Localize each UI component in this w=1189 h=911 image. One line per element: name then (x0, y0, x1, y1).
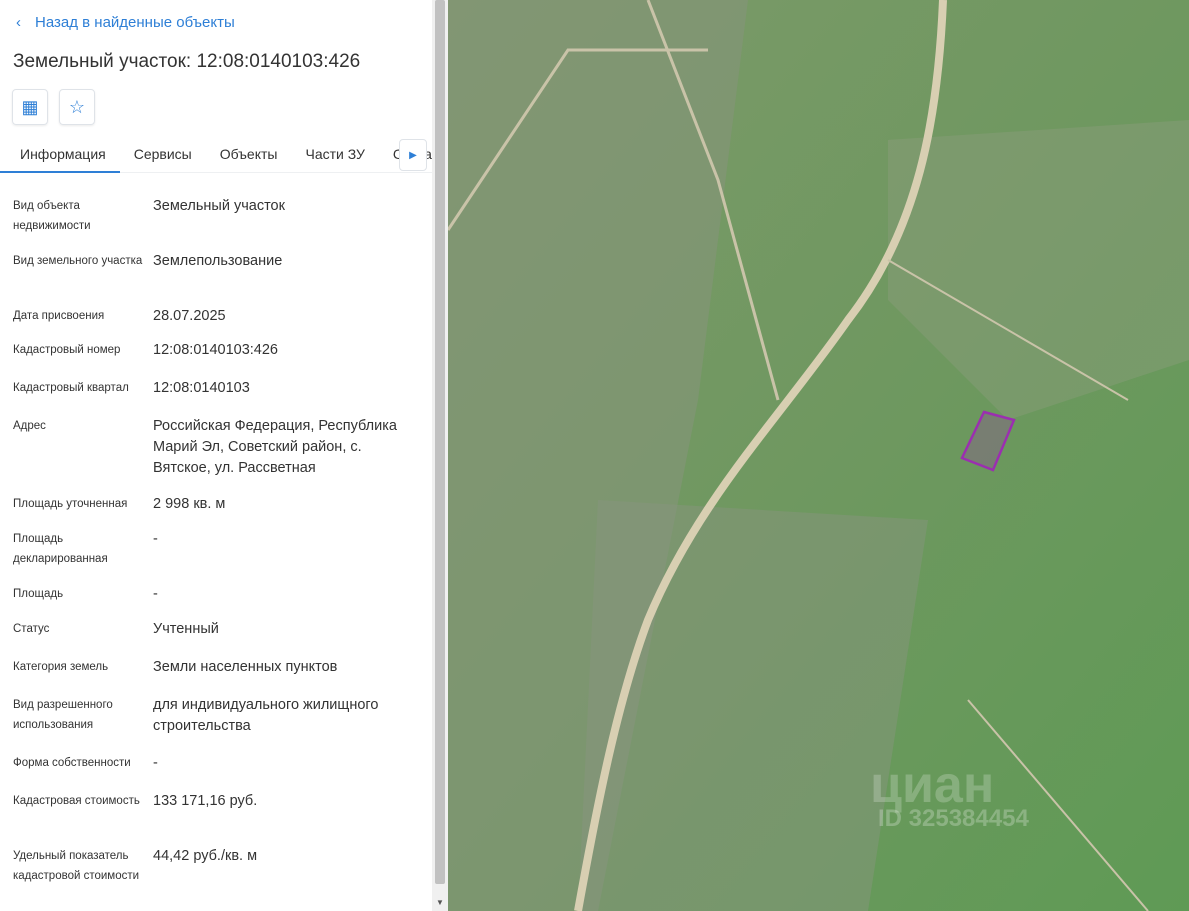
tab-objects[interactable]: Объекты (206, 138, 292, 173)
field-label: Кадастровый квартал (13, 382, 129, 394)
field-label: Удельный показатель кадастровой стоимост… (13, 850, 140, 882)
scrollbar-thumb[interactable] (435, 0, 445, 884)
field-label: Кадастровая стоимость (13, 795, 140, 807)
field-value: 12:08:0140103:426 (153, 342, 278, 358)
field-value: - (153, 586, 158, 602)
back-label: Назад в найденные объекты (35, 14, 235, 31)
page-title: Земельный участок: 12:08:0140103:426 (13, 51, 361, 72)
field-value: Земли населенных пунктов (153, 659, 338, 675)
field-label: Форма собственности (13, 757, 131, 769)
chevron-left-icon: ‹ (16, 14, 21, 31)
star-icon: ☆ (68, 96, 86, 117)
field-label: Вид земельного участка (13, 255, 143, 267)
satellite-map[interactable]: циан ID 325384454 (448, 0, 1189, 911)
field-label: Адрес (13, 420, 46, 432)
field-label: Кадастровый номер (13, 344, 121, 356)
field-label: Категория земель (13, 661, 109, 673)
caret-right-icon: ▶ (409, 149, 417, 161)
map-search-icon: ▦ (21, 96, 39, 117)
field-label: Площадь декларированная (13, 533, 108, 565)
back-link[interactable]: ‹ Назад в найденные объекты (16, 14, 235, 31)
field-value: - (153, 755, 158, 771)
field-label: Вид объекта недвижимости (13, 200, 91, 232)
tab-services[interactable]: Сервисы (120, 138, 206, 173)
field-value: Землепользование (153, 253, 283, 269)
tab-info[interactable]: Информация (0, 138, 120, 173)
map-imagery (448, 0, 1189, 911)
tabs: Информация Сервисы Объекты Части ЗУ Сост… (0, 138, 432, 173)
locate-on-map-button[interactable]: ▦ (12, 89, 48, 125)
tabs-scroll-right-button[interactable]: ▶ (399, 139, 427, 171)
field-label: Площадь уточненная (13, 498, 128, 510)
field-value: Учтенный (153, 621, 219, 637)
field-value: 12:08:0140103 (153, 380, 250, 396)
info-panel: ‹ Назад в найденные объекты Земельный уча… (0, 0, 432, 911)
field-value: 133 171,16 руб. (153, 793, 258, 809)
field-value: 44,42 руб./кв. м (153, 848, 258, 864)
field-label: Статус (13, 623, 50, 635)
field-value: 28.07.2025 (153, 308, 226, 324)
scroll-down-icon[interactable]: ▼ (436, 898, 444, 907)
field-label: Дата присвоения (13, 310, 105, 322)
tab-parts[interactable]: Части ЗУ (291, 138, 378, 173)
field-value: Российская Федерация, Республика Марий Э… (153, 418, 397, 476)
favorite-button[interactable]: ☆ (59, 89, 95, 125)
field-value: Земельный участок (153, 198, 285, 214)
scrollbar[interactable]: ▼ (432, 0, 448, 911)
field-value: 2 998 кв. м (153, 496, 226, 512)
watermark-id: ID 325384454 (878, 805, 1029, 832)
field-label: Площадь (13, 588, 64, 600)
field-value: для индивидуального жилищного строительс… (153, 697, 379, 734)
field-label: Вид разрешенного использования (13, 699, 113, 731)
field-value: - (153, 531, 158, 547)
